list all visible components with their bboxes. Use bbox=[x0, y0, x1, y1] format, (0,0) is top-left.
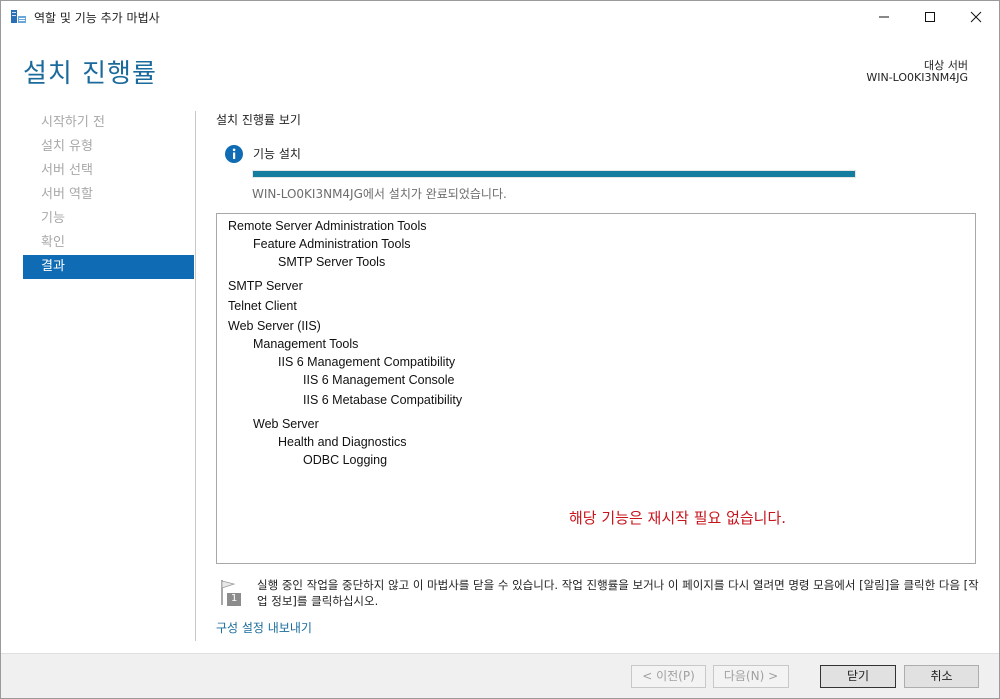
result-item: Health and Diagnostics bbox=[278, 435, 407, 449]
minimize-icon bbox=[879, 16, 889, 18]
result-item: Feature Administration Tools bbox=[253, 237, 411, 251]
result-item: IIS 6 Management Console bbox=[303, 373, 455, 387]
section-title: 설치 진행률 보기 bbox=[216, 113, 301, 127]
previous-button[interactable]: < 이전(P) bbox=[631, 665, 706, 688]
title-bar[interactable]: 역할 및 기능 추가 마법사 bbox=[1, 1, 999, 32]
result-item: Management Tools bbox=[253, 337, 359, 351]
info-icon bbox=[224, 144, 244, 164]
target-server-name: WIN-LO0KI3NM4JG bbox=[866, 71, 968, 84]
export-configuration-link[interactable]: 구성 설정 내보내기 bbox=[216, 619, 312, 636]
close-window-button[interactable] bbox=[953, 1, 999, 32]
nav-item-before-you-begin: 시작하기 전 bbox=[41, 115, 105, 130]
nav-item-server-selection: 서버 선택 bbox=[41, 163, 93, 178]
maximize-icon bbox=[925, 12, 935, 22]
window-title: 역할 및 기능 추가 마법사 bbox=[34, 11, 160, 25]
wizard-window: 역할 및 기능 추가 마법사 설치 진행률 대상 서버 WIN-LO0KI3NM… bbox=[0, 0, 1000, 699]
feature-installation-label: 기능 설치 bbox=[253, 147, 301, 161]
progress-fill bbox=[253, 171, 855, 177]
result-item: Web Server bbox=[253, 417, 319, 431]
close-icon bbox=[970, 11, 982, 23]
maximize-button[interactable] bbox=[907, 1, 953, 32]
nav-item-results[interactable]: 결과 bbox=[23, 255, 194, 279]
flag-notification-icon: 1 bbox=[219, 578, 243, 606]
result-item: Remote Server Administration Tools bbox=[228, 219, 427, 233]
result-item: SMTP Server bbox=[228, 279, 303, 293]
result-item: IIS 6 Management Compatibility bbox=[278, 355, 456, 369]
nav-item-server-roles: 서버 역할 bbox=[41, 187, 93, 202]
cancel-button[interactable]: 취소 bbox=[904, 665, 979, 688]
wizard-close-note: 실행 중인 작업을 중단하지 않고 이 마법사를 닫을 수 있습니다. 작업 진… bbox=[257, 578, 979, 608]
result-item: Telnet Client bbox=[228, 299, 297, 313]
installation-progress-bar bbox=[252, 170, 856, 178]
restart-note: 해당 기능은 재시작 필요 없습니다. bbox=[569, 509, 787, 527]
result-item: ODBC Logging bbox=[303, 453, 388, 467]
nav-item-installation-type: 설치 유형 bbox=[41, 139, 93, 154]
server-manager-icon bbox=[10, 8, 27, 25]
minimize-button[interactable] bbox=[861, 1, 907, 32]
wizard-nav: 시작하기 전 설치 유형 서버 선택 서버 역할 기능 확인 결과 bbox=[23, 111, 194, 279]
note-badge: 1 bbox=[231, 593, 238, 604]
result-item: IIS 6 Metabase Compatibility bbox=[303, 393, 463, 407]
nav-item-features: 기능 bbox=[41, 211, 65, 226]
result-item: SMTP Server Tools bbox=[278, 255, 386, 269]
close-button[interactable]: 닫기 bbox=[820, 665, 896, 688]
result-item: Web Server (IIS) bbox=[228, 319, 321, 333]
next-button[interactable]: 다음(N) > bbox=[713, 665, 789, 688]
installation-status: WIN-LO0KI3NM4JG에서 설치가 완료되었습니다. bbox=[252, 187, 507, 201]
page-title: 설치 진행률 bbox=[23, 59, 157, 89]
nav-divider bbox=[195, 111, 196, 641]
nav-item-confirmation: 확인 bbox=[41, 235, 65, 250]
